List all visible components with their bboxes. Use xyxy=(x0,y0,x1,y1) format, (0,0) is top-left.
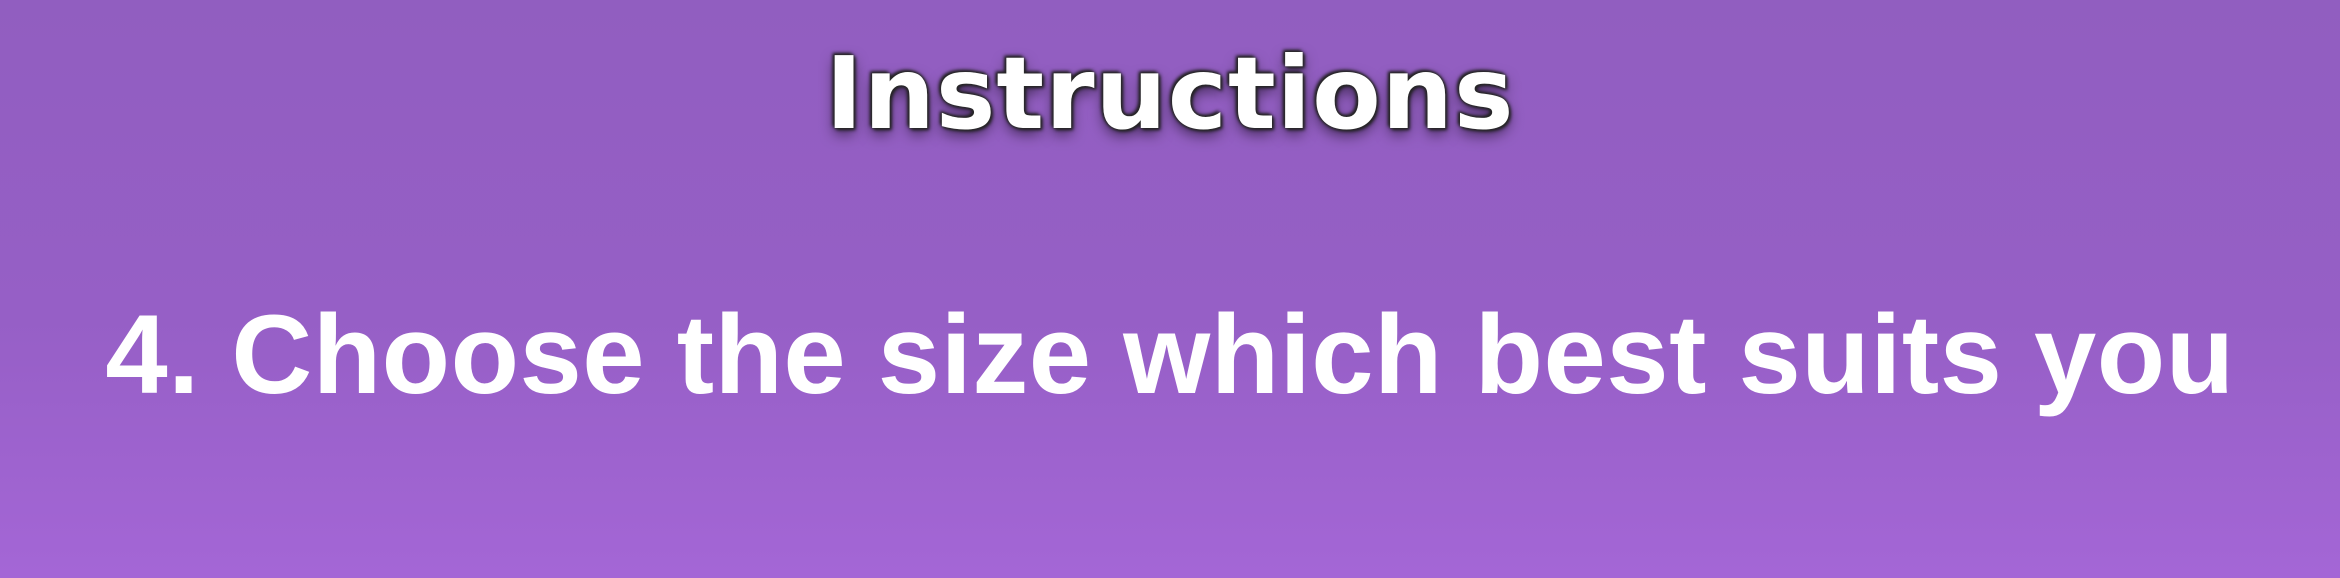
instructions-screen: Instructions 4. Choose the size which be… xyxy=(0,0,2340,578)
instruction-step-text: 4. Choose the size which best suits you xyxy=(105,292,2235,417)
instructions-title: Instructions xyxy=(825,35,1515,152)
